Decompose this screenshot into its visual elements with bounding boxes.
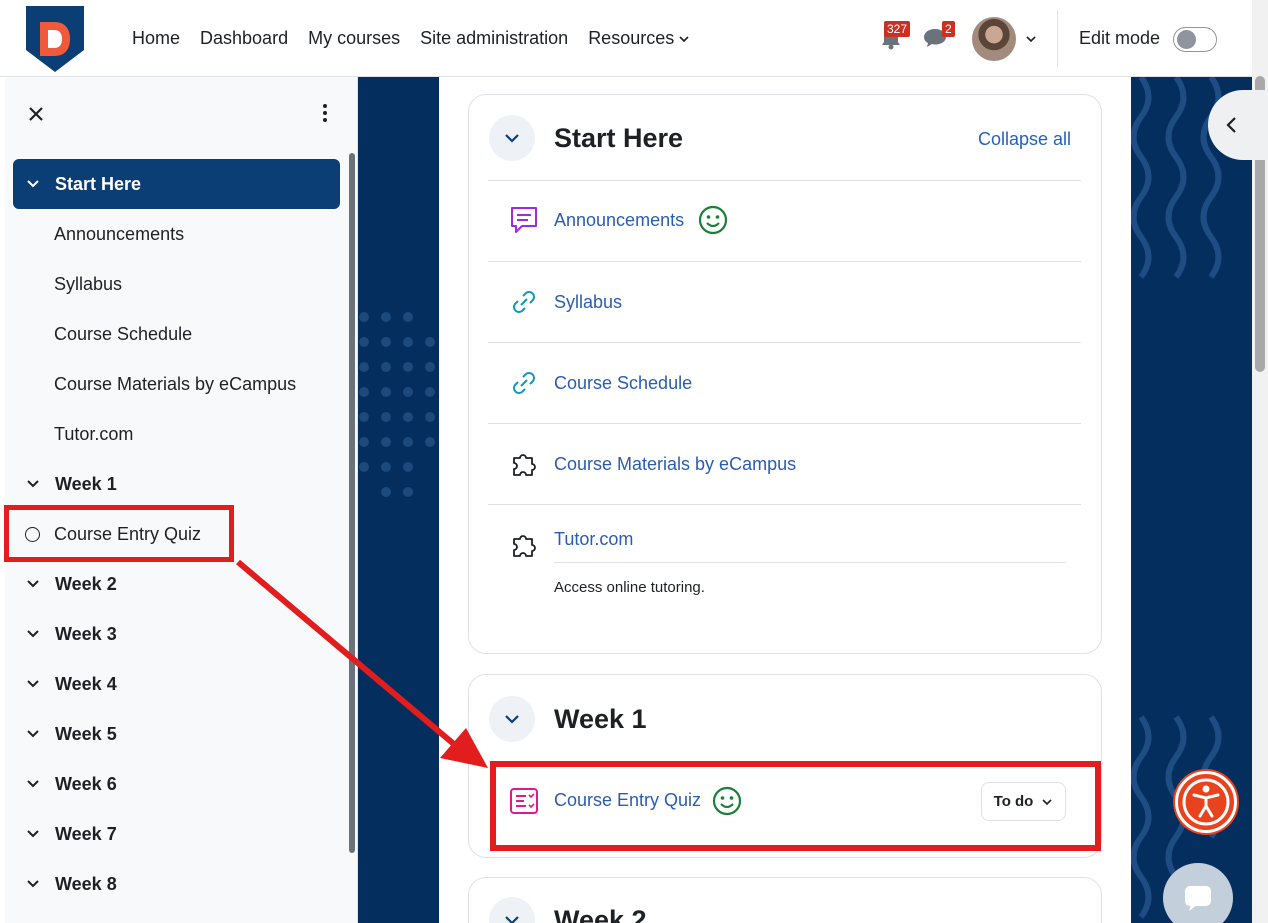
nav-resources-dropdown[interactable]: Resources bbox=[588, 28, 690, 49]
item-label: Announcements bbox=[54, 223, 185, 244]
drawer-scrollbar[interactable] bbox=[349, 153, 355, 853]
user-avatar[interactable] bbox=[972, 17, 1016, 61]
chevron-down-icon bbox=[27, 680, 39, 688]
activity-link[interactable]: Announcements bbox=[554, 210, 684, 231]
accessibility-icon bbox=[1182, 778, 1230, 826]
section-collapse-toggle[interactable] bbox=[489, 115, 535, 161]
chevron-down-icon bbox=[27, 580, 39, 588]
chevron-down-icon bbox=[505, 715, 519, 724]
course-index-section-week-5[interactable]: Week 5 bbox=[13, 709, 340, 759]
section-label: Week 6 bbox=[55, 773, 117, 794]
course-index-section-week-7[interactable]: Week 7 bbox=[13, 809, 340, 859]
course-index-section-week-6[interactable]: Week 6 bbox=[13, 759, 340, 809]
item-label: Tutor.com bbox=[54, 423, 134, 444]
course-index-drawer: Start Here Announcements Syllabus Course… bbox=[5, 77, 358, 923]
accessibility-button[interactable] bbox=[1175, 771, 1237, 833]
course-index-section-start-here[interactable]: Start Here bbox=[13, 159, 340, 209]
section-title: Week 1 bbox=[554, 704, 647, 734]
chevron-down-icon bbox=[27, 880, 39, 888]
chevron-down-icon bbox=[679, 35, 689, 42]
link-icon bbox=[513, 291, 535, 313]
section-title: Start Here bbox=[554, 123, 684, 153]
chevron-down-icon bbox=[27, 630, 39, 638]
forum-icon bbox=[511, 207, 537, 233]
section-label: Week 7 bbox=[55, 823, 117, 844]
chevron-down-icon bbox=[27, 730, 39, 738]
annotation-highlight-activity bbox=[490, 761, 1101, 851]
collapse-all-link[interactable]: Collapse all bbox=[978, 129, 1071, 150]
section-label: Week 1 bbox=[55, 473, 117, 494]
activity-link[interactable]: Course Schedule bbox=[554, 373, 692, 394]
course-index-item-tutor[interactable]: Tutor.com bbox=[13, 409, 340, 459]
activity-course-schedule: Course Schedule bbox=[488, 343, 1081, 423]
course-index-section-week-3[interactable]: Week 3 bbox=[13, 609, 340, 659]
puzzle-icon bbox=[513, 535, 536, 557]
section-label: Week 5 bbox=[55, 723, 117, 744]
message-count-badge: 2 bbox=[942, 21, 955, 37]
item-label: Course Schedule bbox=[54, 323, 193, 344]
chevron-down-icon bbox=[505, 134, 519, 143]
course-index-item-course-materials[interactable]: Course Materials by eCampus bbox=[13, 359, 340, 409]
item-label: Syllabus bbox=[54, 273, 123, 294]
chevron-down-icon[interactable] bbox=[1024, 32, 1038, 46]
course-index-section-week-8[interactable]: Week 8 bbox=[13, 859, 340, 909]
chevron-down-icon bbox=[27, 480, 39, 488]
activity-link[interactable]: Syllabus bbox=[554, 292, 622, 313]
course-index-item-announcements[interactable]: Announcements bbox=[13, 209, 340, 259]
course-index-item-syllabus[interactable]: Syllabus bbox=[13, 259, 340, 309]
puzzle-icon bbox=[513, 454, 536, 476]
chevron-down-icon bbox=[27, 830, 39, 838]
decorative-dots bbox=[359, 312, 435, 497]
chevron-down-icon bbox=[27, 180, 39, 188]
nav-dashboard[interactable]: Dashboard bbox=[200, 28, 288, 49]
section-label: Week 2 bbox=[55, 573, 117, 594]
divider bbox=[554, 562, 1066, 563]
activity-description: Access online tutoring. bbox=[554, 579, 705, 596]
nav-home[interactable]: Home bbox=[132, 28, 180, 49]
section-collapse-toggle[interactable] bbox=[489, 696, 535, 742]
section-title: Week 2 bbox=[554, 905, 647, 923]
course-index-section-week-4[interactable]: Week 4 bbox=[13, 659, 340, 709]
site-logo[interactable] bbox=[24, 6, 86, 72]
nav-my-courses[interactable]: My courses bbox=[308, 28, 400, 49]
smiley-completion-icon bbox=[698, 205, 728, 235]
course-index-section-week-2[interactable]: Week 2 bbox=[13, 559, 340, 609]
course-index-item-course-schedule[interactable]: Course Schedule bbox=[13, 309, 340, 359]
chevron-down-icon bbox=[27, 780, 39, 788]
chevron-left-icon bbox=[1226, 117, 1236, 133]
edit-mode-label: Edit mode bbox=[1079, 28, 1161, 48]
link-icon bbox=[513, 372, 535, 394]
activity-link[interactable]: Tutor.com bbox=[554, 529, 633, 550]
section-label: Start Here bbox=[55, 173, 142, 194]
notification-count-badge: 327 bbox=[884, 21, 911, 37]
close-icon[interactable] bbox=[27, 105, 45, 123]
activity-course-materials: Course Materials by eCampus bbox=[488, 424, 1081, 504]
course-index-section-week-1[interactable]: Week 1 bbox=[13, 459, 340, 509]
navbar-divider bbox=[1057, 10, 1058, 67]
top-navbar: Home Dashboard My courses Site administr… bbox=[0, 0, 1252, 77]
nav-resources-label: Resources bbox=[588, 28, 675, 48]
nav-site-administration[interactable]: Site administration bbox=[420, 28, 568, 49]
kebab-menu-icon[interactable] bbox=[318, 103, 332, 123]
drawer-scrollbar-thumb[interactable] bbox=[349, 153, 355, 853]
activity-syllabus: Syllabus bbox=[488, 262, 1081, 342]
item-label: Course Materials by eCampus bbox=[54, 373, 297, 394]
edit-mode-toggle[interactable] bbox=[1173, 27, 1217, 52]
annotation-highlight-sidebar bbox=[4, 505, 234, 562]
chat-bubble-icon bbox=[1185, 886, 1211, 911]
activity-link[interactable]: Course Materials by eCampus bbox=[554, 454, 796, 475]
activity-announcements: Announcements bbox=[488, 181, 1081, 261]
section-label: Week 8 bbox=[55, 873, 117, 894]
section-label: Week 3 bbox=[55, 623, 117, 644]
section-label: Week 4 bbox=[55, 673, 117, 694]
chevron-down-icon bbox=[505, 916, 519, 923]
